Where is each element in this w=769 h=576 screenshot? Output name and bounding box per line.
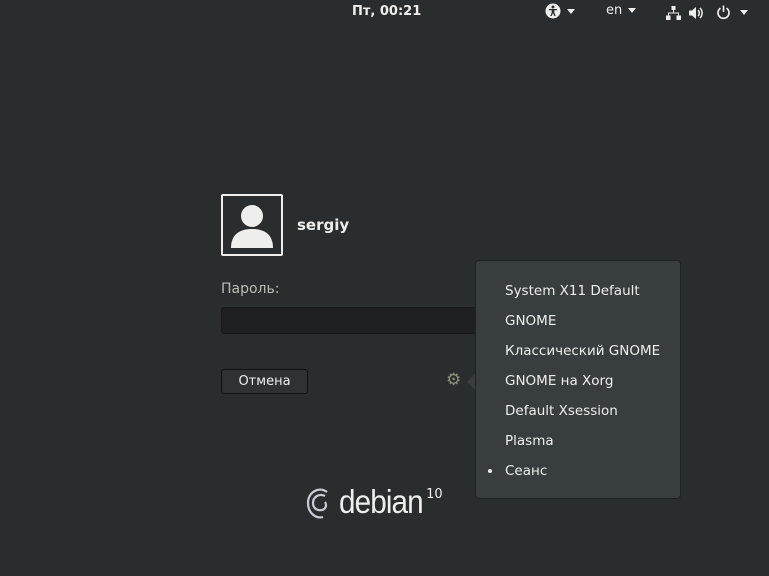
debian-swirl-icon [306,488,328,519]
session-item-gnome[interactable]: GNOME [505,313,556,329]
power-icon [717,5,730,20]
session-gear-icon[interactable]: ⚙ [446,372,461,389]
session-item-default-xsession[interactable]: Default Xsession [505,403,618,419]
volume-icon [689,6,703,19]
user-avatar [221,194,283,256]
logo-text: debian [339,483,424,520]
session-item-plasma[interactable]: Plasma [505,433,554,449]
user-icon [231,205,273,248]
selected-dot-icon [488,469,492,473]
accessibility-menu[interactable] [545,3,575,19]
cancel-button[interactable]: Отмена [221,369,308,394]
session-item-system-x11-default[interactable]: System X11 Default [505,283,640,299]
language-menu[interactable]: en [606,3,637,18]
chevron-down-icon [740,10,748,15]
session-item-gnome-classic[interactable]: Классический GNOME [505,343,660,359]
top-bar: Пт, 00:21 en [0,0,769,26]
version-number: 10 [426,487,443,502]
password-input[interactable] [221,307,481,334]
session-item-gnome-xorg[interactable]: GNOME на Xorg [505,373,613,389]
network-icon [666,5,681,20]
password-label: Пароль: [221,281,280,297]
clock[interactable]: Пт, 00:21 [352,4,421,19]
session-menu: System X11 Default GNOME Классический GN… [475,260,681,499]
system-menu[interactable] [666,5,748,20]
debian-logo: debian 10 [305,484,443,524]
chevron-down-icon [628,8,637,13]
language-label: en [606,3,623,18]
chevron-down-icon [567,8,575,14]
username: sergiy [297,216,350,234]
session-item-seans[interactable]: Сеанс [505,463,547,479]
accessibility-icon [545,3,561,19]
